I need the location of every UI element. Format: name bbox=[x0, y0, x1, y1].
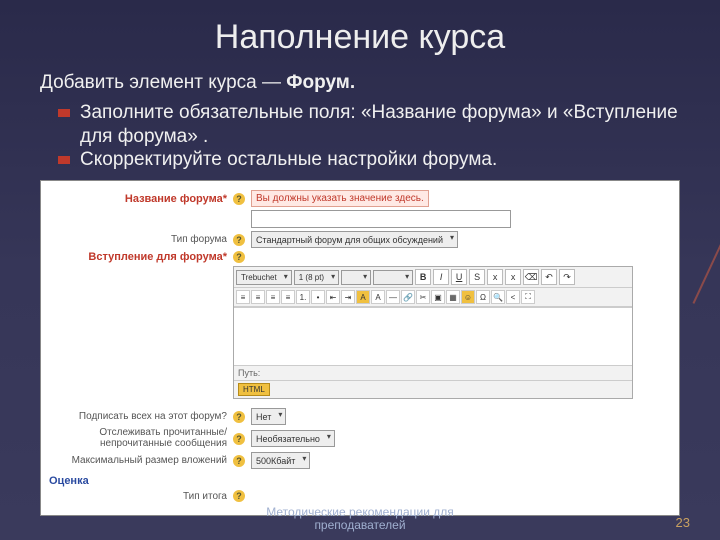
subscribe-select[interactable]: Нет bbox=[251, 408, 286, 425]
help-icon[interactable]: ? bbox=[233, 455, 245, 467]
help-icon[interactable]: ? bbox=[233, 193, 245, 205]
emoji-icon[interactable]: ☺ bbox=[461, 290, 475, 304]
editor-toolbar-2: ≡ ≡ ≡ ≡ 1. • ⇤ ⇥ A A — 🔗 ✂ ▣ ▦ ☺ Ω 🔍 < ⛶ bbox=[234, 288, 632, 307]
table-icon[interactable]: ▦ bbox=[446, 290, 460, 304]
undo-icon[interactable]: ↶ bbox=[541, 269, 557, 285]
grade-type-label: Тип итога bbox=[49, 491, 227, 502]
forum-type-label: Тип форума bbox=[49, 234, 227, 245]
font-select[interactable]: Trebuchet bbox=[236, 270, 292, 285]
grade-section: Оценка bbox=[49, 475, 671, 487]
size-select[interactable]: 1 (8 pt) bbox=[294, 270, 339, 285]
forum-intro-label: Вступление для форума* bbox=[49, 251, 227, 263]
html-button[interactable]: HTML bbox=[238, 383, 270, 396]
redo-icon[interactable]: ↷ bbox=[559, 269, 575, 285]
slide-title: Наполнение курса bbox=[40, 18, 680, 57]
rich-text-editor[interactable]: Trebuchet 1 (8 pt) B I U S x x ⌫ ↶ ↷ ≡ ≡… bbox=[233, 266, 633, 399]
outdent-icon[interactable]: ⇤ bbox=[326, 290, 340, 304]
indent-icon[interactable]: ⇥ bbox=[341, 290, 355, 304]
search-icon[interactable]: 🔍 bbox=[491, 290, 505, 304]
track-select[interactable]: Необязательно bbox=[251, 430, 335, 447]
editor-toolbar-1: Trebuchet 1 (8 pt) B I U S x x ⌫ ↶ ↷ bbox=[234, 267, 632, 288]
align-justify-icon[interactable]: ≡ bbox=[281, 290, 295, 304]
underline-icon[interactable]: U bbox=[451, 269, 467, 285]
forum-type-select[interactable]: Стандартный форум для общих обсуждений bbox=[251, 231, 458, 248]
align-left-icon[interactable]: ≡ bbox=[236, 290, 250, 304]
color-icon[interactable]: A bbox=[356, 290, 370, 304]
list-num-icon[interactable]: 1. bbox=[296, 290, 310, 304]
help-icon[interactable]: ? bbox=[233, 433, 245, 445]
help-icon[interactable]: ? bbox=[233, 251, 245, 263]
align-center-icon[interactable]: ≡ bbox=[251, 290, 265, 304]
intro-bold: Форум. bbox=[286, 72, 355, 93]
italic-icon[interactable]: I bbox=[433, 269, 449, 285]
hr-icon[interactable]: — bbox=[386, 290, 400, 304]
forum-name-label: Название форума* bbox=[49, 193, 227, 205]
style-select[interactable] bbox=[341, 270, 371, 285]
footer-line-1: Методические рекомендации для bbox=[266, 505, 454, 519]
clean-icon[interactable]: ⌫ bbox=[523, 269, 539, 285]
maxsize-label: Максимальный размер вложений bbox=[49, 455, 227, 466]
lang-select[interactable] bbox=[373, 270, 413, 285]
help-icon[interactable]: ? bbox=[233, 234, 245, 246]
footer-line-2: преподавателей bbox=[314, 518, 405, 532]
editor-path: Путь: bbox=[238, 368, 260, 378]
bgcolor-icon[interactable]: A bbox=[371, 290, 385, 304]
align-right-icon[interactable]: ≡ bbox=[266, 290, 280, 304]
intro-line: Добавить элемент курса — Форум. bbox=[40, 71, 680, 95]
forum-name-input[interactable] bbox=[251, 210, 511, 228]
help-icon[interactable]: ? bbox=[233, 411, 245, 423]
bold-icon[interactable]: B bbox=[415, 269, 431, 285]
list-bul-icon[interactable]: • bbox=[311, 290, 325, 304]
image-icon[interactable]: ▣ bbox=[431, 290, 445, 304]
bullet-1: Заполните обязательные поля: «Название ф… bbox=[58, 101, 680, 149]
code-icon[interactable]: < bbox=[506, 290, 520, 304]
form-screenshot: Название форума* ? Вы должны указать зна… bbox=[40, 180, 680, 516]
page-number: 23 bbox=[676, 515, 690, 530]
name-error: Вы должны указать значение здесь. bbox=[251, 190, 429, 207]
unlink-icon[interactable]: ✂ bbox=[416, 290, 430, 304]
subscribe-label: Подписать всех на этот форум? bbox=[49, 411, 227, 422]
intro-prefix: Добавить элемент курса — bbox=[40, 72, 286, 93]
sub-icon[interactable]: x bbox=[487, 269, 503, 285]
full-icon[interactable]: ⛶ bbox=[521, 290, 535, 304]
help-icon[interactable]: ? bbox=[233, 490, 245, 502]
maxsize-select[interactable]: 500Кбайт bbox=[251, 452, 310, 469]
track-label: Отслеживать прочитанные/непрочитанные со… bbox=[49, 428, 227, 449]
bullet-2: Скорректируйте остальные настройки форум… bbox=[58, 148, 680, 172]
sup-icon[interactable]: x bbox=[505, 269, 521, 285]
strike-icon[interactable]: S bbox=[469, 269, 485, 285]
char-icon[interactable]: Ω bbox=[476, 290, 490, 304]
editor-textarea[interactable] bbox=[234, 307, 632, 365]
footer: Методические рекомендации для преподават… bbox=[0, 506, 720, 532]
link-icon[interactable]: 🔗 bbox=[401, 290, 415, 304]
